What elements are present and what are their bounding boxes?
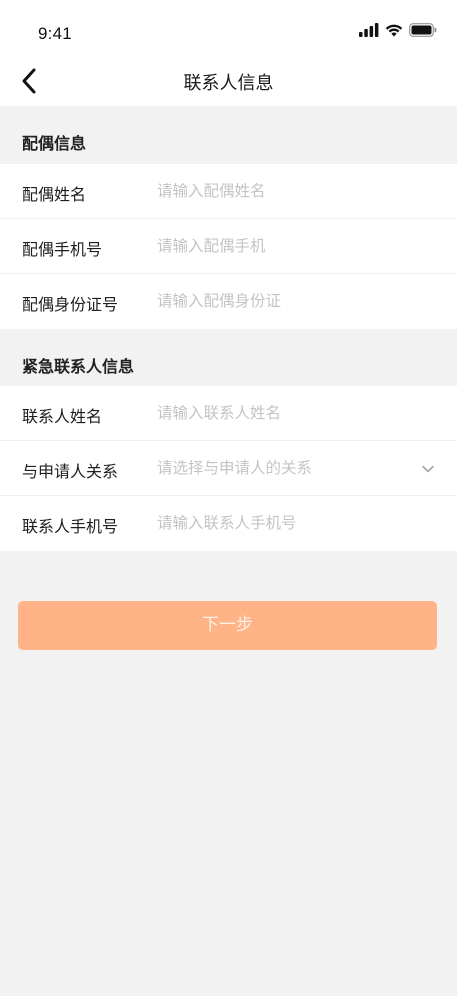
contact-name-row: 联系人姓名 [0,386,457,441]
spouse-phone-label: 配偶手机号 [22,240,103,259]
spouse-name-input[interactable] [157,177,417,205]
relationship-select[interactable] [157,454,417,482]
relationship-row[interactable]: 与申请人关系 [0,441,457,496]
chevron-down-icon[interactable] [421,462,435,476]
wifi-icon [385,23,403,37]
spouse-phone-row: 配偶手机号 [0,219,457,274]
screen: 9:41 联系人信息 配偶信息 配偶姓名 请输入配偶姓名 配偶手机号 请输入配偶… [0,0,457,996]
emergency-section-header: 紧急联系人信息 [0,329,457,387]
contact-phone-input[interactable] [157,509,417,537]
status-icons [359,21,437,39]
contact-phone-label: 联系人手机号 [22,517,119,536]
signal-icon [359,23,379,37]
spouse-name-row: 配偶姓名 [0,164,457,219]
spouse-phone-input[interactable] [157,232,417,260]
battery-icon [409,23,437,37]
relationship-label: 与申请人关系 [22,462,119,481]
nav-bar: 联系人信息 [0,54,457,106]
spouse-section-header: 配偶信息 [0,106,457,164]
spouse-id-label: 配偶身份证号 [22,295,119,314]
status-bar: 9:41 [0,0,457,54]
spouse-id-input[interactable] [157,287,417,315]
spouse-section-title: 配偶信息 [22,134,87,153]
status-time: 9:41 [38,24,72,43]
spouse-id-row: 配偶身份证号 [0,274,457,329]
spouse-name-label: 配偶姓名 [22,185,87,204]
emergency-section-title: 紧急联系人信息 [22,357,135,376]
contact-phone-row: 联系人手机号 [0,496,457,551]
contact-name-input[interactable] [157,399,417,427]
contact-name-label: 联系人姓名 [22,407,103,426]
page-title: 联系人信息 [183,73,274,94]
next-step-button[interactable]: 下一步 [18,601,437,650]
